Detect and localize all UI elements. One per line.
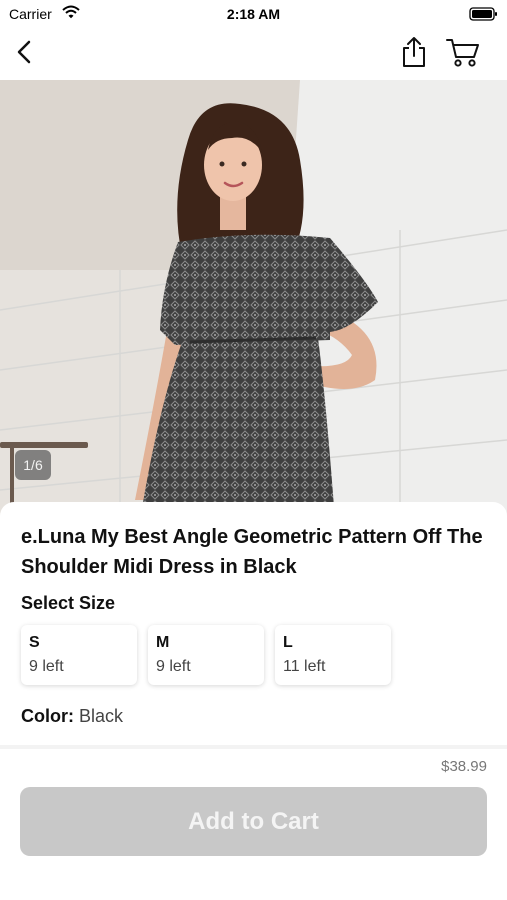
size-option-l[interactable]: L 11 left bbox=[275, 625, 391, 685]
price-label: $38.99 bbox=[441, 758, 487, 775]
navigation-bar bbox=[0, 28, 507, 80]
color-value: Black bbox=[79, 706, 124, 726]
cart-icon[interactable] bbox=[445, 36, 481, 68]
battery-icon bbox=[469, 7, 498, 24]
product-image[interactable] bbox=[0, 80, 507, 520]
size-heading: Select Size bbox=[21, 593, 116, 613]
size-label: L bbox=[283, 634, 293, 651]
size-stock: 9 left bbox=[29, 658, 64, 675]
image-page-indicator: 1/6 bbox=[15, 450, 51, 480]
product-title: e.Luna My Best Angle Geometric Pattern O… bbox=[21, 526, 483, 578]
size-label: S bbox=[29, 634, 40, 651]
color-label: Color: bbox=[21, 706, 74, 726]
share-icon[interactable] bbox=[399, 35, 429, 69]
color-row: Color: Black bbox=[21, 706, 123, 727]
product-detail-card: e.Luna My Best Angle Geometric Pattern O… bbox=[0, 502, 507, 747]
size-stock: 11 left bbox=[283, 658, 326, 675]
add-to-cart-button[interactable]: Add to Cart bbox=[20, 787, 487, 856]
size-label: M bbox=[156, 634, 170, 651]
divider bbox=[0, 745, 507, 749]
status-bar: Carrier 2:18 AM bbox=[0, 0, 507, 28]
size-stock: 9 left bbox=[156, 658, 191, 675]
size-option-s[interactable]: S 9 left bbox=[21, 625, 137, 685]
status-time: 2:18 AM bbox=[226, 6, 281, 22]
back-chevron-icon[interactable] bbox=[12, 38, 38, 68]
size-option-m[interactable]: M 9 left bbox=[148, 625, 264, 685]
